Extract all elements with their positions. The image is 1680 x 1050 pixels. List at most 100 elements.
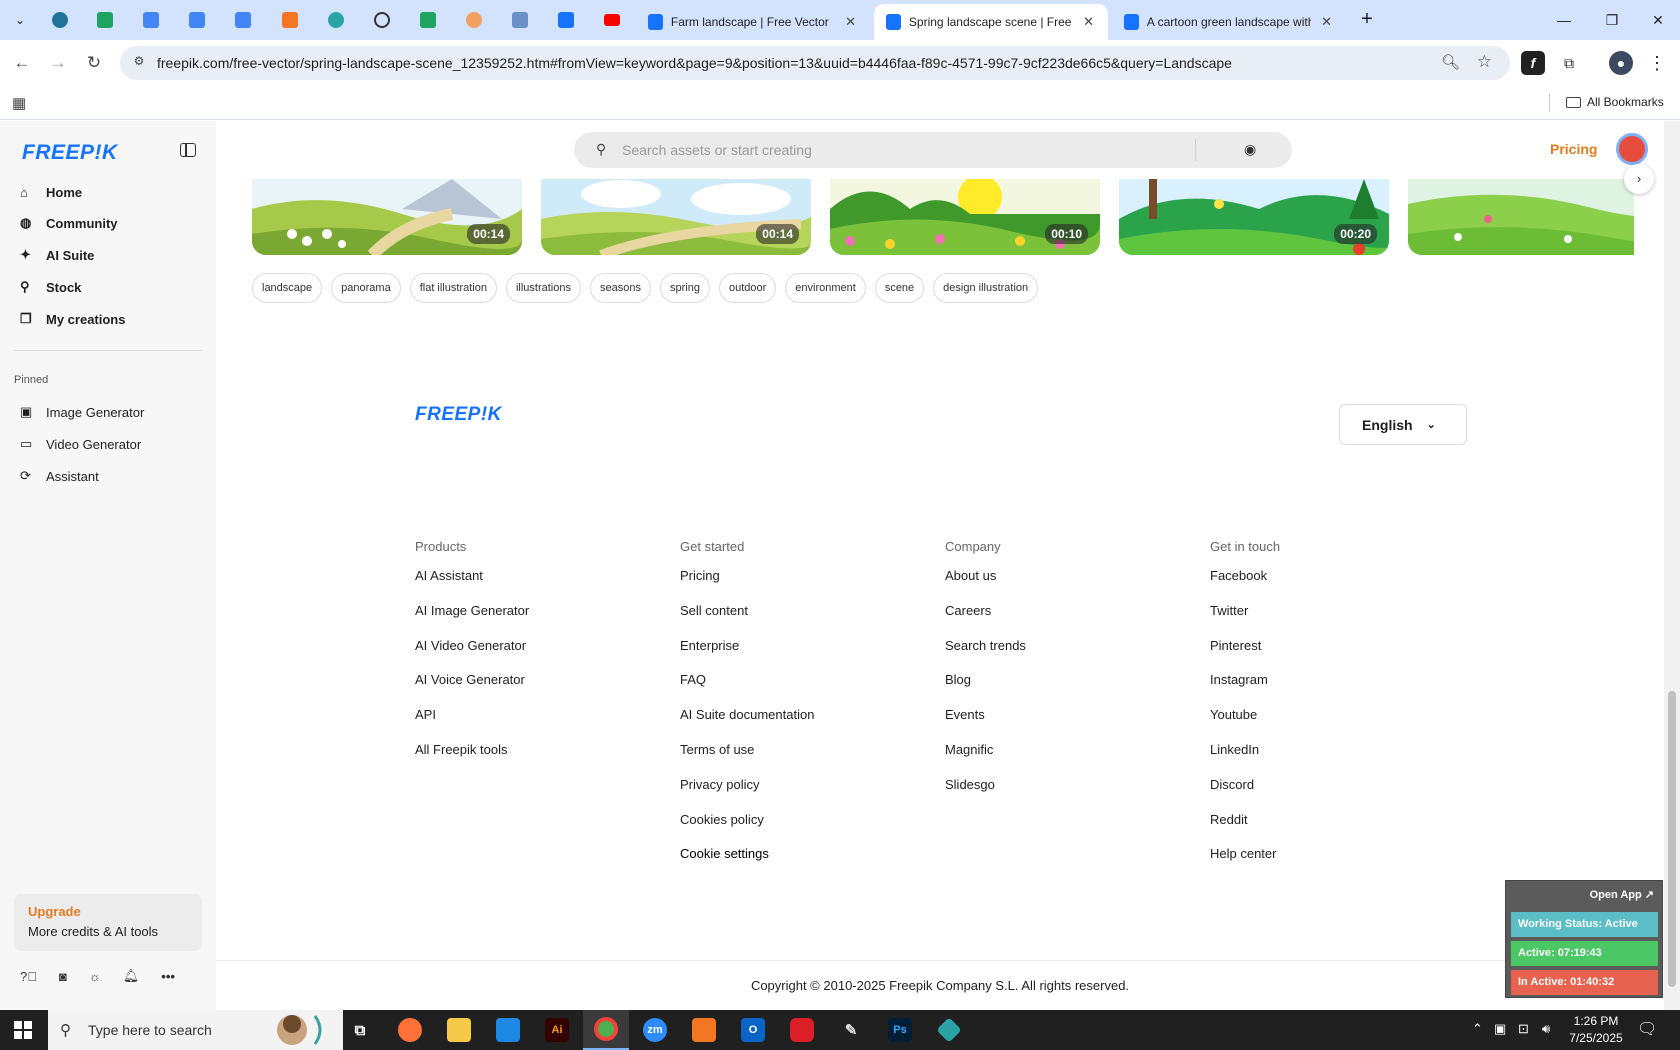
footer-link[interactable]: AI Voice Generator [415, 672, 529, 691]
back-arrow-icon[interactable]: ← [10, 51, 34, 75]
tab-cartoon-landscape[interactable]: A cartoon green landscape with ✕ [1112, 4, 1346, 40]
footer-link[interactable]: Help center [1210, 846, 1280, 865]
reload-icon[interactable]: ↻ [82, 51, 106, 75]
scrollbar-thumb[interactable] [1668, 691, 1676, 987]
footer-link[interactable]: About us [945, 568, 1026, 587]
tag-chip[interactable]: scene [874, 273, 925, 303]
more-horizontal-icon[interactable]: ••• [161, 969, 175, 984]
theme-sun-icon[interactable]: ☼ [89, 969, 101, 984]
pinned-tab-docs-3[interactable] [231, 8, 255, 32]
footer-link[interactable]: FAQ [680, 672, 814, 691]
extensions-puzzle-icon[interactable]: ⧉ [1557, 51, 1581, 75]
network-icon[interactable]: ⊡ [1518, 1021, 1529, 1037]
photoshop-icon[interactable]: Ps [877, 1010, 923, 1050]
zoom-icon[interactable]: zm [632, 1010, 678, 1050]
footer-link[interactable]: Terms of use [680, 742, 814, 761]
task-view-icon[interactable]: ⧉ [337, 1010, 383, 1050]
discord-icon[interactable]: ◙ [59, 969, 67, 984]
tray-chevron-up-icon[interactable]: ⌃ [1472, 1021, 1483, 1037]
footer-logo[interactable]: FREEP!K [415, 404, 502, 426]
camera-icon[interactable]: ◉ [1244, 141, 1256, 158]
cookie-settings-button[interactable]: Cookie settings [680, 846, 814, 865]
tag-chip[interactable]: outdoor [718, 273, 777, 303]
collapse-sidebar-icon[interactable] [180, 143, 196, 157]
pinned-tab-freepik[interactable] [554, 8, 578, 32]
footer-link[interactable]: Cookies policy [680, 812, 814, 831]
pinned-tab-docs-2[interactable] [185, 8, 209, 32]
creative-cloud-icon[interactable] [779, 1010, 825, 1050]
sidebar-item-stock[interactable]: ⚲ Stock [20, 273, 81, 301]
footer-link[interactable]: AI Assistant [415, 568, 529, 587]
tag-chip[interactable]: landscape [252, 273, 323, 303]
footer-link[interactable]: API [415, 707, 529, 726]
tag-chip[interactable]: design illustration [933, 273, 1039, 303]
sidebar-item-video-generator[interactable]: ▭ Video Generator [20, 430, 141, 458]
tag-chip[interactable]: spring [659, 273, 710, 303]
pinned-tab-app[interactable] [324, 8, 348, 32]
taskbar-search-box[interactable]: ⚲ Type here to search [48, 1010, 343, 1050]
carousel-next-arrow-icon[interactable]: › [1624, 164, 1654, 194]
freepik-logo[interactable]: FREEP!K [22, 141, 118, 165]
new-tab-button[interactable]: + [1355, 8, 1379, 32]
xampp-icon[interactable] [681, 1010, 727, 1050]
apps-grid-icon[interactable]: ▦ [12, 94, 26, 112]
video-thumbnail[interactable]: 00:14 [252, 179, 522, 255]
site-info-icon[interactable]: ⚙ [130, 54, 148, 72]
firefox-icon[interactable] [387, 1010, 433, 1050]
close-icon[interactable]: ✕ [1319, 14, 1334, 30]
tab-spring-landscape[interactable]: Spring landscape scene | Free V ✕ [874, 4, 1108, 40]
pinned-tab-youtube[interactable] [600, 8, 624, 32]
footer-link[interactable]: AI Video Generator [415, 638, 529, 657]
profile-avatar-icon[interactable]: ● [1609, 51, 1633, 75]
tray-app-icon[interactable]: ▣ [1494, 1021, 1506, 1037]
tab-farm-landscape[interactable]: Farm landscape | Free Vector ✕ [636, 4, 870, 40]
pinned-tab-chatgpt[interactable] [370, 8, 394, 32]
pinned-tab-wordpress[interactable] [48, 8, 72, 32]
footer-link[interactable]: Pinterest [1210, 638, 1280, 657]
tag-chip[interactable]: flat illustration [409, 273, 497, 303]
all-bookmarks-button[interactable]: All Bookmarks [1566, 95, 1664, 109]
pinned-tab-xampp[interactable] [278, 8, 302, 32]
close-icon[interactable]: ✕ [843, 14, 858, 30]
video-thumbnail[interactable]: 00:10 [830, 179, 1100, 255]
pinned-tab-sheets-2[interactable] [416, 8, 440, 32]
notification-icon[interactable]: 🗨︎ [1637, 1019, 1657, 1039]
footer-link[interactable]: Magnific [945, 742, 1026, 761]
zoom-icon[interactable]: 🔍︎ [1441, 53, 1460, 71]
extension-f-icon[interactable]: f [1521, 51, 1545, 75]
video-thumbnail[interactable]: 0 [1408, 179, 1634, 255]
search-input[interactable] [622, 140, 1182, 160]
volume-icon[interactable]: 🔊︎ [1542, 1021, 1550, 1037]
footer-link[interactable]: Enterprise [680, 638, 814, 657]
footer-link[interactable]: Pricing [680, 568, 814, 587]
sidebar-item-ai-suite[interactable]: ✦ AI Suite [20, 241, 94, 269]
footer-link[interactable]: Facebook [1210, 568, 1280, 587]
more-vertical-icon[interactable]: ⋮ [1645, 51, 1669, 75]
sidebar-item-my-creations[interactable]: ❐ My creations [20, 305, 125, 333]
sidebar-item-home[interactable]: ⌂ Home [20, 178, 82, 206]
forward-arrow-icon[interactable]: → [46, 51, 70, 75]
footer-link[interactable]: Youtube [1210, 707, 1280, 726]
sidebar-item-assistant[interactable]: ⟳ Assistant [20, 462, 99, 490]
footer-link[interactable]: Discord [1210, 777, 1280, 796]
pinned-tab-grid[interactable] [508, 8, 532, 32]
video-thumbnail[interactable]: 00:20 [1119, 179, 1389, 255]
outlook-icon[interactable]: O [730, 1010, 776, 1050]
sidebar-item-community[interactable]: ◍ Community [20, 209, 118, 237]
pricing-link[interactable]: Pricing [1550, 141, 1597, 157]
footer-link[interactable]: LinkedIn [1210, 742, 1280, 761]
taskbar-clock[interactable]: 1:26 PM 7/25/2025 [1566, 1013, 1626, 1047]
tab-search-chevron-icon[interactable]: ⌄ [8, 8, 32, 32]
tag-chip[interactable]: illustrations [505, 273, 581, 303]
pinned-tab-hand[interactable] [462, 8, 486, 32]
bookmark-star-icon[interactable]: ☆ [1477, 52, 1492, 72]
footer-link[interactable]: Events [945, 707, 1026, 726]
tag-chip[interactable]: environment [785, 273, 866, 303]
illustrator-icon[interactable]: Ai [534, 1010, 580, 1050]
video-thumbnail[interactable]: 00:14 [541, 179, 811, 255]
chrome-icon[interactable] [583, 1010, 629, 1050]
footer-link[interactable]: Instagram [1210, 672, 1280, 691]
footer-link[interactable]: Privacy policy [680, 777, 814, 796]
footer-link[interactable]: AI Suite documentation [680, 707, 814, 726]
close-window-button[interactable]: ✕ [1630, 0, 1680, 40]
